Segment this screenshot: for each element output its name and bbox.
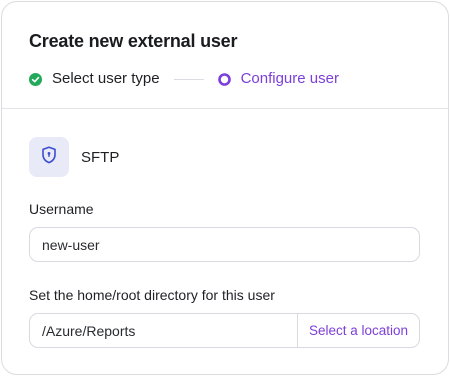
dialog-title: Create new external user [29, 31, 238, 51]
select-location-button[interactable]: Select a location [297, 314, 419, 347]
user-type-label: SFTP [81, 148, 120, 166]
username-label: Username [29, 201, 94, 217]
step-label: Select user type [52, 70, 160, 87]
user-type-icon-box [29, 137, 69, 177]
radio-active-icon [217, 72, 231, 86]
step-configure-user: Configure user [217, 69, 339, 89]
dialog-body: SFTP Username new-user Set the home/root… [2, 109, 448, 348]
step-select-user-type[interactable]: Select user type [29, 69, 160, 89]
username-value: new-user [42, 236, 100, 253]
step-label: Configure user [240, 70, 339, 87]
user-type-row: SFTP [29, 137, 420, 177]
directory-input[interactable]: /Azure/Reports [30, 314, 297, 347]
stepper: Select user type Configure user [29, 68, 448, 90]
directory-label: Set the home/root directory for this use… [29, 287, 275, 303]
shield-lock-icon [41, 145, 57, 169]
directory-value: /Azure/Reports [42, 322, 136, 339]
check-circle-icon [29, 72, 42, 86]
step-connector [173, 78, 204, 80]
username-input[interactable]: new-user [29, 227, 420, 262]
create-user-dialog: Create new external user Select user typ… [1, 1, 449, 375]
dialog-header: Create new external user Select user typ… [2, 2, 448, 109]
directory-field: /Azure/Reports Select a location [29, 313, 420, 348]
